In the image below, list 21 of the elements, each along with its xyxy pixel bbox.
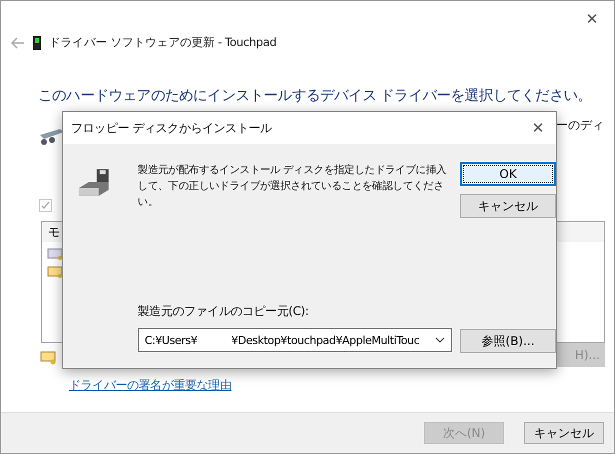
close-button[interactable]: ✕ bbox=[582, 9, 602, 29]
caret-icon bbox=[435, 337, 446, 343]
dialog-title: フロッピー ディスクからインストール bbox=[71, 120, 272, 136]
device-icon bbox=[33, 36, 41, 50]
cancel-button[interactable]: キャンセル bbox=[460, 194, 556, 218]
ok-button[interactable]: OK bbox=[460, 162, 556, 186]
path-combobox[interactable]: C:¥Users¥ ¥Desktop¥touchpad¥AppleMultiTouc bbox=[138, 328, 452, 352]
back-arrow-icon bbox=[11, 36, 25, 48]
browse-button[interactable]: 参照(B)... bbox=[460, 329, 556, 353]
partial-text: ーのディ bbox=[556, 117, 604, 134]
page-heading: このハードウェアのためにインストールするデバイス ドライバーを選択してください。 bbox=[38, 87, 593, 105]
close-button[interactable]: ✕ bbox=[528, 118, 548, 138]
signing-link[interactable]: ドライバーの署名が重要な理由 bbox=[69, 377, 232, 394]
certificate-icon bbox=[47, 266, 63, 278]
drive-icon bbox=[77, 168, 111, 198]
dialog-message: 製造元が配布するインストール ディスクを指定したドライブに挿入して、下の正しいドライブが選択されていることを確認してください。 bbox=[138, 163, 448, 210]
certificate-icon bbox=[40, 351, 56, 365]
certificate-icon bbox=[47, 248, 63, 260]
window-title: ドライバー ソフトウェアの更新 - Touchpad bbox=[49, 35, 276, 50]
path-label: 製造元のファイルのコピー元(C): bbox=[138, 303, 310, 320]
cancel-button[interactable]: キャンセル bbox=[524, 422, 604, 444]
